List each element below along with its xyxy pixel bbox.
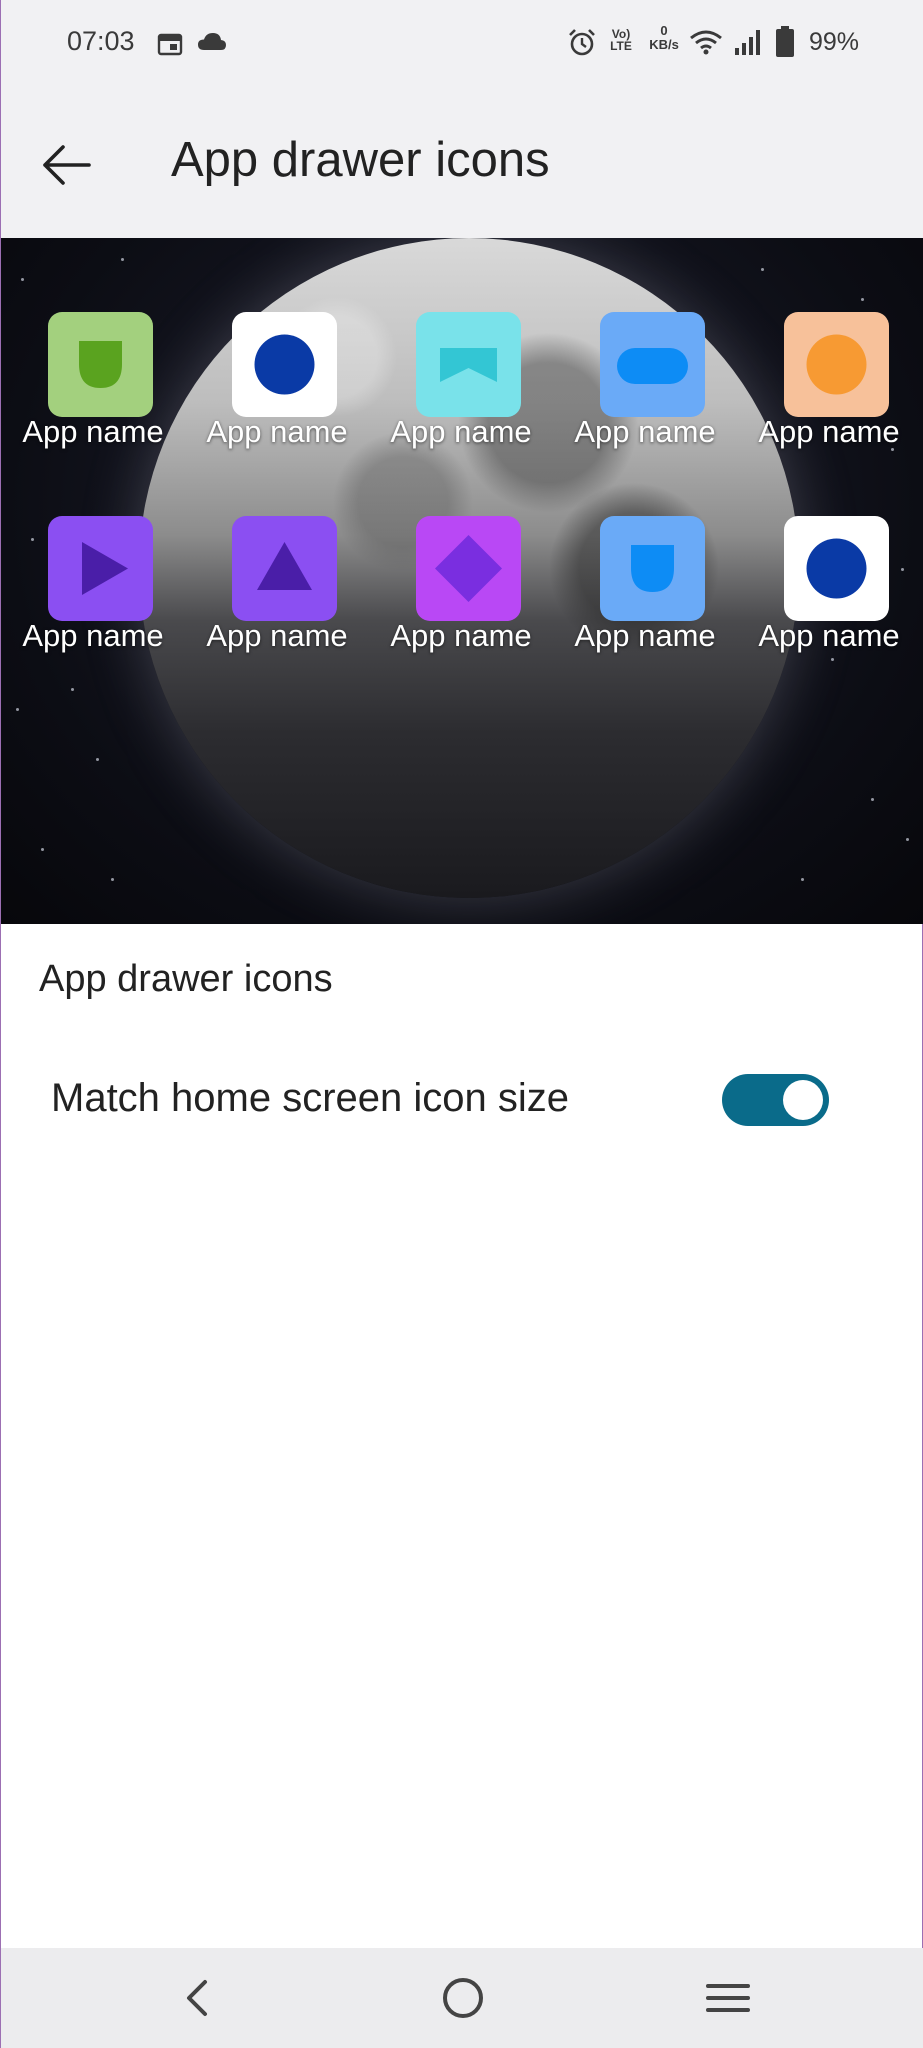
battery-percent: 99%	[808, 28, 859, 56]
data-rate-value: 0	[660, 23, 668, 38]
app-item[interactable]: App name	[737, 312, 921, 452]
star	[906, 838, 909, 841]
app-name-label: App name	[390, 618, 532, 653]
app-item[interactable]: App name	[737, 516, 921, 656]
star	[831, 658, 834, 661]
app-circle-icon[interactable]	[784, 312, 889, 417]
play-icon	[82, 542, 128, 595]
status-bar: 07:03 Vo) LTE 0 KB/s 99%	[1, 0, 923, 90]
star	[16, 708, 19, 711]
calendar-icon	[157, 33, 183, 56]
app-circle-icon[interactable]	[784, 516, 889, 621]
app-item[interactable]: App name	[1, 516, 185, 656]
app-name-label: App name	[206, 618, 348, 653]
app-item[interactable]: App name	[369, 312, 553, 452]
shield-icon	[631, 545, 674, 592]
app-item[interactable]: App name	[553, 516, 737, 656]
toggle-knob	[783, 1080, 823, 1120]
circle-icon	[254, 334, 315, 395]
match-home-screen-icon-size-row[interactable]: Match home screen icon size	[1, 1040, 923, 1160]
signal-icon	[735, 30, 760, 55]
banner-icon	[440, 348, 497, 382]
star	[111, 878, 114, 881]
cloud-icon	[198, 33, 226, 50]
app-name-label: App name	[390, 414, 532, 449]
diamond-icon	[435, 535, 502, 602]
wifi-icon	[690, 30, 722, 55]
app-item[interactable]: App name	[1, 312, 185, 452]
star	[761, 268, 764, 271]
app-name-label: App name	[574, 414, 716, 449]
app-triangle-icon[interactable]	[232, 516, 337, 621]
star	[21, 278, 24, 281]
star	[801, 878, 804, 881]
triangle-icon	[257, 542, 312, 590]
app-circle-icon[interactable]	[232, 312, 337, 417]
section-title: App drawer icons	[39, 958, 333, 1000]
circle-icon	[806, 538, 867, 599]
app-shield-icon[interactable]	[48, 312, 153, 417]
status-time: 07:03	[67, 26, 135, 56]
star	[121, 258, 124, 261]
back-arrow-icon[interactable]	[39, 138, 93, 192]
app-banner-icon[interactable]	[416, 312, 521, 417]
battery-icon	[776, 26, 794, 57]
app-play-icon[interactable]	[48, 516, 153, 621]
app-name-label: App name	[22, 618, 164, 653]
match-home-screen-icon-size-label: Match home screen icon size	[51, 1076, 570, 1120]
match-home-screen-icon-size-toggle[interactable]	[722, 1074, 829, 1126]
volte-indicator: Vo) LTE	[610, 27, 632, 53]
navigation-bar	[1, 1948, 923, 2048]
star	[96, 758, 99, 761]
app-shield-icon[interactable]	[600, 516, 705, 621]
nav-back-icon[interactable]	[167, 1968, 227, 2028]
shield-icon	[79, 341, 122, 388]
app-name-label: App name	[758, 414, 900, 449]
app-name-label: App name	[758, 618, 900, 653]
app-item[interactable]: App name	[369, 516, 553, 656]
star	[871, 798, 874, 801]
app-item[interactable]: App name	[185, 516, 369, 656]
star	[71, 688, 74, 691]
app-bar: App drawer icons	[1, 90, 923, 238]
page-title: App drawer icons	[171, 133, 550, 187]
nav-home-icon[interactable]	[433, 1968, 493, 2028]
app-pill-icon[interactable]	[600, 312, 705, 417]
icon-preview: App name App name App name App name App name…	[1, 238, 923, 924]
data-rate-unit: KB/s	[649, 37, 679, 52]
nav-menu-icon[interactable]	[698, 1968, 758, 2028]
app-name-label: App name	[206, 414, 348, 449]
data-rate-indicator: 0 KB/s	[646, 24, 682, 52]
app-item[interactable]: App name	[185, 312, 369, 452]
star	[861, 298, 864, 301]
app-item[interactable]: App name	[553, 312, 737, 452]
app-name-label: App name	[22, 414, 164, 449]
alarm-icon	[569, 29, 595, 56]
app-name-label: App name	[574, 618, 716, 653]
circle-icon	[806, 334, 867, 395]
star	[41, 848, 44, 851]
pill-icon	[617, 348, 688, 384]
app-diamond-icon[interactable]	[416, 516, 521, 621]
